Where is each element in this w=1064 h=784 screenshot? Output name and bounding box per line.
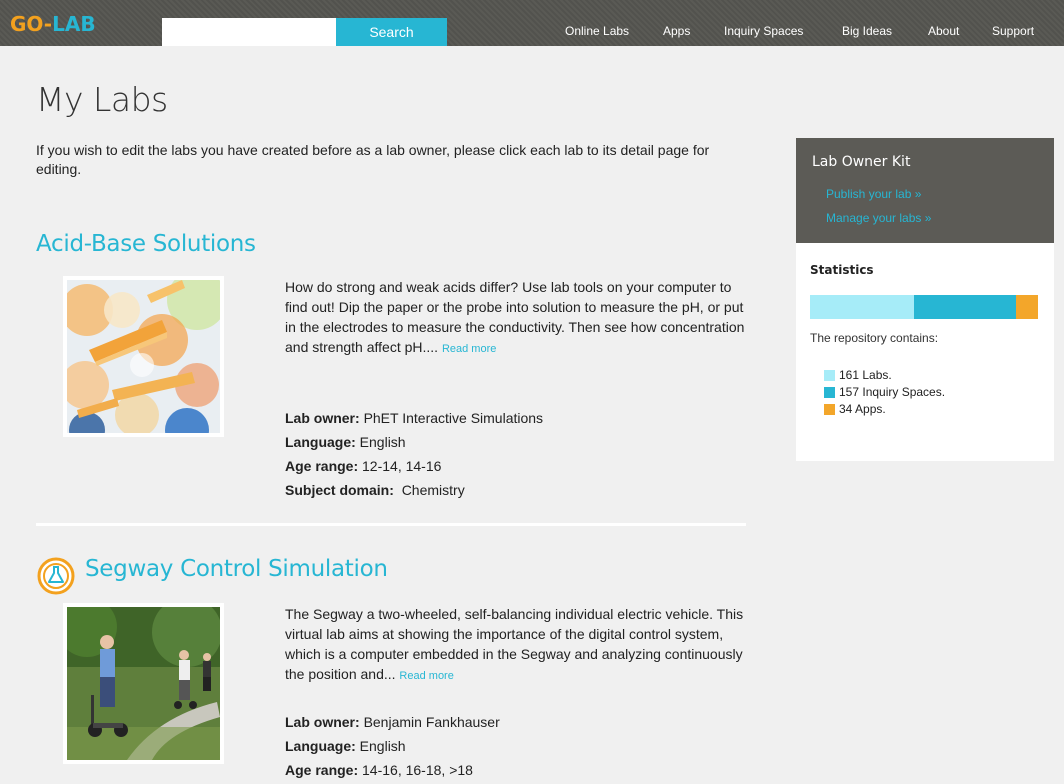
- statistics-caption: The repository contains:: [810, 331, 939, 345]
- go-lab-logo[interactable]: GO-LAB: [10, 12, 96, 36]
- lab-description-text: The Segway a two-wheeled, self-balancing…: [285, 606, 744, 682]
- lab-thumbnail[interactable]: [63, 603, 224, 764]
- lab-language-label: Language:: [285, 434, 356, 450]
- page-title: My Labs: [36, 80, 168, 119]
- legend-swatch: [824, 370, 835, 381]
- lab-description-text: How do strong and weak acids differ? Use…: [285, 279, 745, 355]
- publish-lab-link[interactable]: Publish your lab »: [826, 187, 921, 201]
- lab-language-label: Language:: [285, 738, 356, 754]
- lab-age-row: Age range: 14-16, 16-18, >18: [285, 758, 745, 782]
- legend-label: 34 Apps.: [839, 402, 886, 416]
- statistics-bar-segment: [914, 295, 1016, 319]
- statistics-bar-segment: [810, 295, 915, 319]
- lab-subject-row: Subject domain: Chemistry: [285, 478, 745, 502]
- owner-kit-title: Lab Owner Kit: [812, 154, 911, 170]
- lab-owner-value: Benjamin Fankhauser: [363, 714, 500, 730]
- search-input[interactable]: [162, 18, 336, 46]
- lab-title-link[interactable]: Segway Control Simulation: [85, 556, 388, 582]
- intro-text: If you wish to edit the labs you have cr…: [36, 142, 710, 177]
- read-more-link[interactable]: Read more: [442, 343, 496, 355]
- lab-owner-value: PhET Interactive Simulations: [363, 410, 544, 426]
- lab-description: How do strong and weak acids differ? Use…: [285, 277, 745, 359]
- lab-divider: [36, 523, 746, 526]
- legend-item-labs: 161 Labs.: [824, 367, 945, 384]
- logo-go-text: GO-: [10, 12, 53, 36]
- lab-meta: Lab owner: PhET Interactive Simulations …: [285, 406, 745, 502]
- lab-badge-icon: [37, 557, 75, 595]
- search-button[interactable]: Search: [336, 18, 447, 46]
- lab-language-row: Language: English: [285, 734, 745, 758]
- lab-thumbnail[interactable]: [63, 276, 224, 437]
- lab-owner-row: Lab owner: PhET Interactive Simulations: [285, 406, 745, 430]
- statistics-panel: Statistics The repository contains: 161 …: [796, 243, 1054, 461]
- statistics-legend: 161 Labs. 157 Inquiry Spaces. 34 Apps.: [824, 367, 945, 418]
- lab-owner-kit-panel: Lab Owner Kit Publish your lab » Manage …: [796, 138, 1054, 243]
- lab-owner-label: Lab owner:: [285, 410, 360, 426]
- lab-owner-row: Lab owner: Benjamin Fankhauser: [285, 710, 745, 734]
- lab-age-row: Age range: 12-14, 14-16: [285, 454, 745, 478]
- top-navigation-bar: GO-LAB Search Online Labs Apps Inquiry S…: [0, 0, 1064, 46]
- statistics-title: Statistics: [810, 263, 874, 277]
- lab-meta: Lab owner: Benjamin Fankhauser Language:…: [285, 710, 745, 782]
- nav-support[interactable]: Support: [992, 24, 1034, 38]
- segway-thumbnail-image: [67, 607, 220, 760]
- manage-labs-link[interactable]: Manage your labs »: [826, 211, 931, 225]
- nav-big-ideas[interactable]: Big Ideas: [842, 24, 892, 38]
- nav-about[interactable]: About: [928, 24, 959, 38]
- lab-title: Acid-Base Solutions: [36, 231, 256, 257]
- lab-age-value: 14-16, 16-18, >18: [362, 762, 473, 778]
- legend-swatch: [824, 387, 835, 398]
- lab-description: The Segway a two-wheeled, self-balancing…: [285, 604, 745, 686]
- lab-title-link[interactable]: Acid-Base Solutions: [36, 231, 256, 257]
- legend-item-apps: 34 Apps.: [824, 401, 945, 418]
- lab-language-row: Language: English: [285, 430, 745, 454]
- lab-language-value: English: [359, 434, 406, 450]
- logo-lab-text: LAB: [52, 12, 96, 36]
- main-nav: Online Labs Apps Inquiry Spaces Big Idea…: [0, 18, 1064, 46]
- acid-base-thumbnail-image: [67, 280, 220, 433]
- lab-age-label: Age range:: [285, 762, 359, 778]
- legend-label: 161 Labs.: [839, 368, 892, 382]
- lab-age-label: Age range:: [285, 458, 359, 474]
- lab-title: Segway Control Simulation: [85, 556, 388, 582]
- nav-online-labs[interactable]: Online Labs: [565, 24, 629, 38]
- read-more-link[interactable]: Read more: [399, 670, 453, 682]
- statistics-bar-segment: [1015, 295, 1038, 319]
- lab-subject-label: Subject domain:: [285, 482, 394, 498]
- legend-item-inquiry-spaces: 157 Inquiry Spaces.: [824, 384, 945, 401]
- legend-label: 157 Inquiry Spaces.: [839, 385, 946, 399]
- lab-language-value: English: [359, 738, 406, 754]
- statistics-bar: [810, 295, 1038, 319]
- lab-subject-value: Chemistry: [401, 482, 465, 498]
- lab-age-value: 12-14, 14-16: [362, 458, 442, 474]
- nav-inquiry-spaces[interactable]: Inquiry Spaces: [724, 24, 803, 38]
- legend-swatch: [824, 404, 835, 415]
- nav-apps[interactable]: Apps: [663, 24, 690, 38]
- lab-owner-label: Lab owner:: [285, 714, 360, 730]
